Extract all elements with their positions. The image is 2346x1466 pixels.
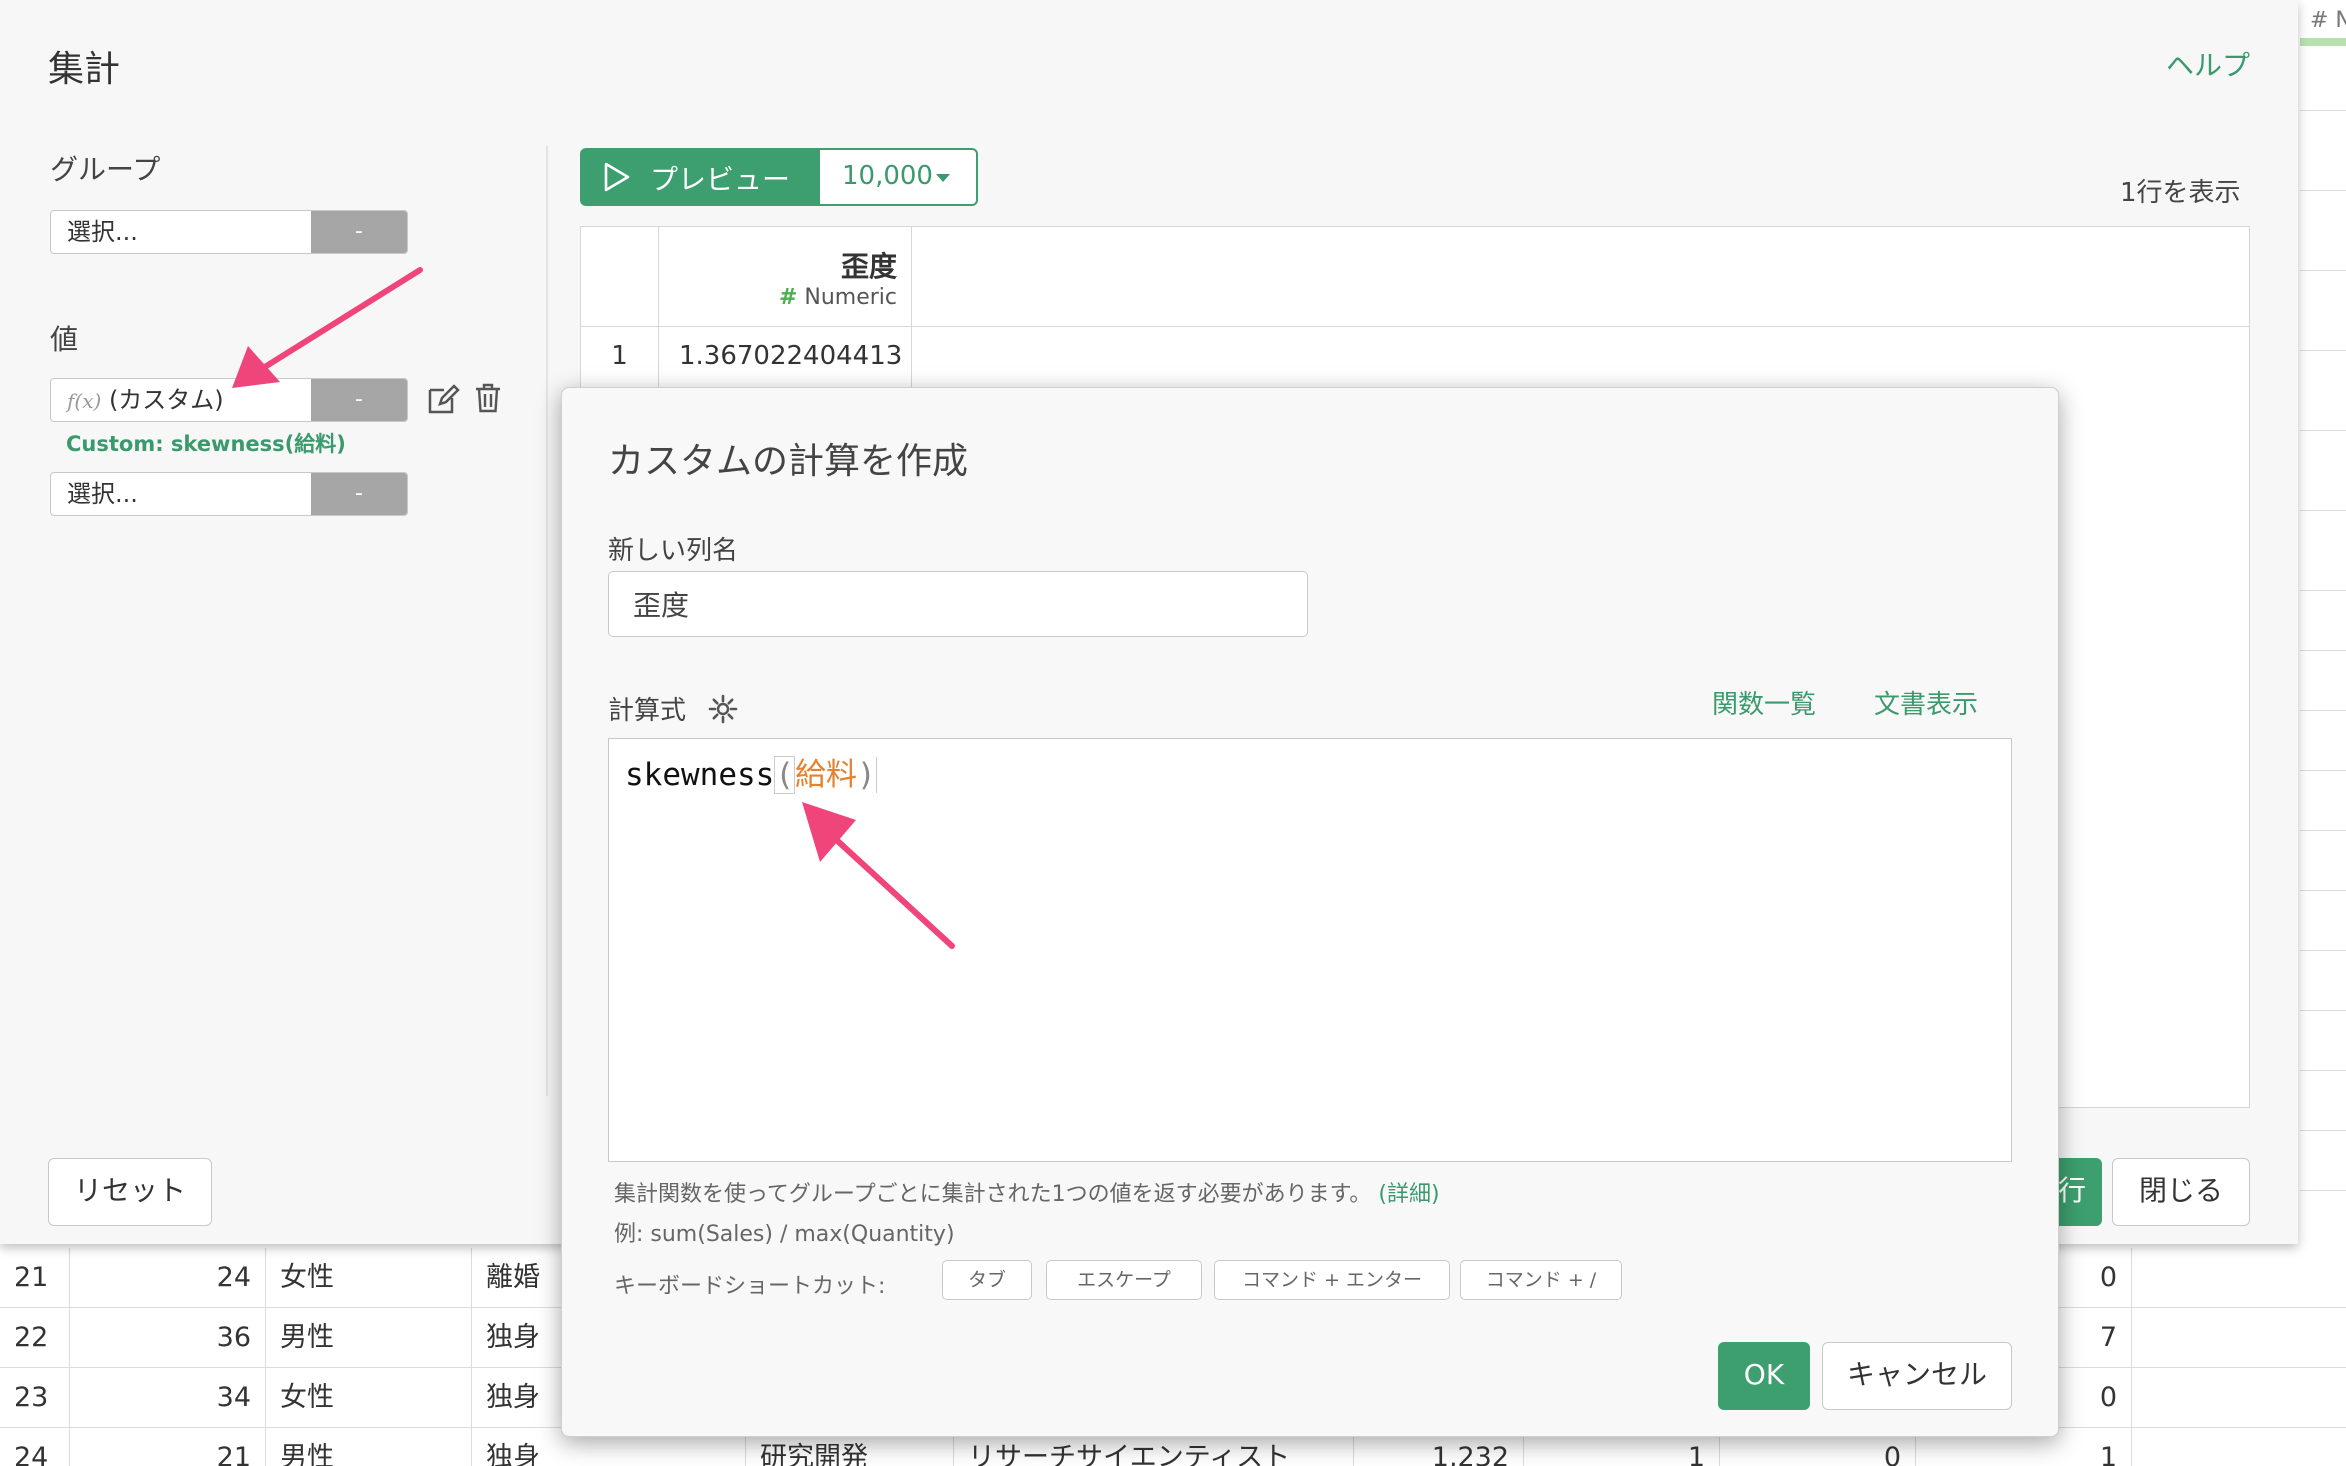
grid-line: [2300, 650, 2346, 651]
table-cell: 0: [2056, 1368, 2132, 1428]
custom-formula-note: Custom: skewness(給料): [66, 432, 346, 456]
example-text: 例: sum(Sales) / max(Quantity): [614, 1222, 955, 1247]
value-select-text: (カスタム): [108, 386, 224, 414]
close-button[interactable]: 閉じる: [2112, 1158, 2250, 1226]
table-cell: 34: [70, 1368, 266, 1428]
table-cell: 24: [70, 1248, 266, 1308]
grid-line: [2300, 890, 2346, 891]
value-select-value: f(x) (カスタム): [67, 379, 224, 421]
formula-close-paren: ): [856, 757, 877, 793]
column-type: # Numeric: [661, 285, 897, 310]
grid-line: [2300, 430, 2346, 431]
grid-line: [2300, 710, 2346, 711]
table-cell: 男性: [266, 1308, 472, 1368]
column-type-label: Numeric: [804, 285, 897, 310]
group-label: グループ: [50, 153, 161, 186]
new-column-label: 新しい列名: [608, 536, 739, 566]
row-index: 1: [611, 341, 628, 371]
table-cell: 女性: [266, 1368, 472, 1428]
grid-line: [2300, 1010, 2346, 1011]
grid-line: [2300, 270, 2346, 271]
table-cell: [2132, 1248, 2346, 1308]
group-select-value: 選択...: [67, 218, 138, 246]
table-cell: [2132, 1428, 2346, 1466]
grid-line: [2300, 1070, 2346, 1071]
rows-shown-text: 1行を表示: [2120, 178, 2241, 208]
shortcut-command-slash: コマンド + /: [1460, 1260, 1622, 1300]
annotation-arrow: [232, 267, 423, 388]
grid-line: [2300, 770, 2346, 771]
hint-text-body: 集計関数を使ってグループごとに集計された1つの値を返す必要があります。: [614, 1182, 1372, 1207]
function-list-link[interactable]: 関数一覧: [1712, 684, 1816, 721]
function-icon: f(x): [67, 389, 102, 413]
chevron-down-icon: [936, 174, 950, 182]
grid-line: [2300, 950, 2346, 951]
help-link[interactable]: ヘルプ: [2166, 44, 2250, 84]
shortcuts-label: キーボードショートカット:: [614, 1274, 886, 1299]
formula-code: skewness(給料): [625, 749, 877, 794]
grid-line: [2300, 590, 2346, 591]
grid-line: [2300, 830, 2346, 831]
table-cell: [2132, 1368, 2346, 1428]
panel-title: 集計: [48, 49, 121, 90]
row-number: 22: [0, 1308, 70, 1368]
hint-details-link[interactable]: (詳細): [1378, 1182, 1439, 1207]
row-count-dropdown[interactable]: 10,000: [818, 148, 978, 206]
grid-line: [2300, 1190, 2346, 1191]
shortcut-escape: エスケープ: [1046, 1260, 1202, 1300]
table-cell: 0: [2056, 1248, 2132, 1308]
annotation-arrow: [802, 802, 955, 949]
preview-button[interactable]: プレビュー: [580, 148, 818, 206]
gear-icon[interactable]: [708, 694, 738, 724]
column-divider: [658, 227, 659, 407]
grid-line: [2300, 510, 2346, 511]
documentation-link[interactable]: 文書表示: [1874, 684, 1978, 721]
table-cell: [2132, 1308, 2346, 1368]
trash-icon[interactable]: [474, 382, 502, 414]
grid-line: [2300, 110, 2346, 111]
hint-text: 集計関数を使ってグループごとに集計された1つの値を返す必要があります。 (詳細): [614, 1176, 1440, 1208]
formula-open-paren: (: [774, 756, 795, 794]
column-name: 歪度: [840, 250, 897, 283]
formula-function: skewness: [625, 757, 775, 793]
formula-label: 計算式: [608, 696, 687, 726]
cancel-button[interactable]: キャンセル: [1822, 1342, 2012, 1410]
row-number: 24: [0, 1428, 70, 1466]
column-distribution-bar: [2300, 38, 2346, 46]
table-cell: 21: [70, 1428, 266, 1466]
shortcut-tab: タブ: [942, 1260, 1032, 1300]
row-count-value: 10,000: [842, 161, 933, 191]
table-cell: 7: [2056, 1308, 2132, 1368]
value-select-2[interactable]: 選択... -: [50, 472, 408, 516]
group-select[interactable]: 選択... -: [50, 210, 408, 254]
custom-calculation-dialog: カスタムの計算を作成 新しい列名 計算式 関数一覧 文書表示 skewness(…: [561, 387, 2059, 1437]
new-column-input[interactable]: [608, 571, 1308, 637]
value-2-remove-button[interactable]: -: [311, 473, 407, 515]
column-type-label: # Nu: [2310, 8, 2346, 33]
table-cell: 女性: [266, 1248, 472, 1308]
reset-button[interactable]: リセット: [48, 1158, 212, 1226]
panel-divider: [546, 146, 548, 1096]
row-number: 21: [0, 1248, 70, 1308]
edit-icon[interactable]: [426, 382, 460, 416]
grid-line: [2300, 1130, 2346, 1131]
play-icon: [602, 161, 632, 193]
table-cell: 36: [70, 1308, 266, 1368]
ok-button[interactable]: OK: [1718, 1342, 1810, 1410]
preview-button-label: プレビュー: [650, 163, 791, 196]
numeric-type-icon: #: [778, 285, 798, 310]
value-select-2-value: 選択...: [67, 480, 138, 508]
grid-line: [2300, 190, 2346, 191]
shortcut-command-enter: コマンド + エンター: [1214, 1260, 1450, 1300]
value-label: 値: [50, 323, 79, 356]
group-remove-button[interactable]: -: [311, 211, 407, 253]
formula-argument: 給料: [794, 757, 857, 793]
row-number: 23: [0, 1368, 70, 1428]
grid-line: [2300, 350, 2346, 351]
column-divider: [911, 227, 912, 407]
dialog-title: カスタムの計算を作成: [608, 441, 969, 482]
table-cell: 男性: [266, 1428, 472, 1466]
preview-cell: 1.367022404413: [679, 341, 903, 371]
